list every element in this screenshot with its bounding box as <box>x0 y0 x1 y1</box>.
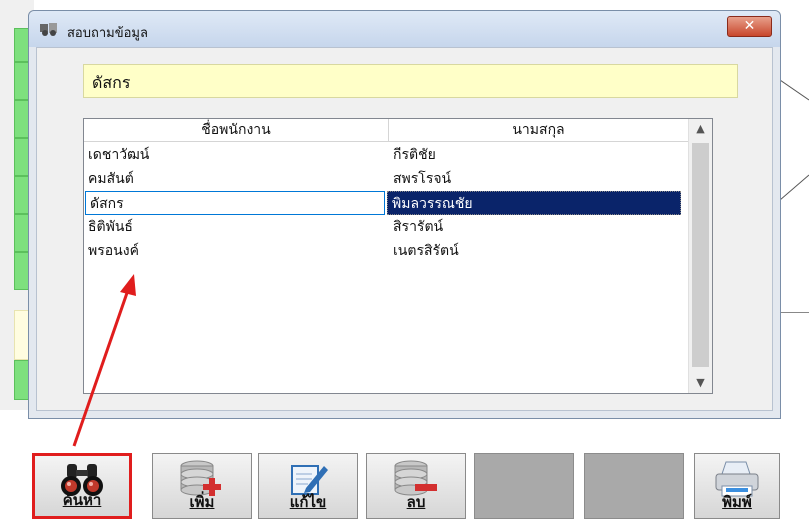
annotation-arrow <box>72 274 136 447</box>
